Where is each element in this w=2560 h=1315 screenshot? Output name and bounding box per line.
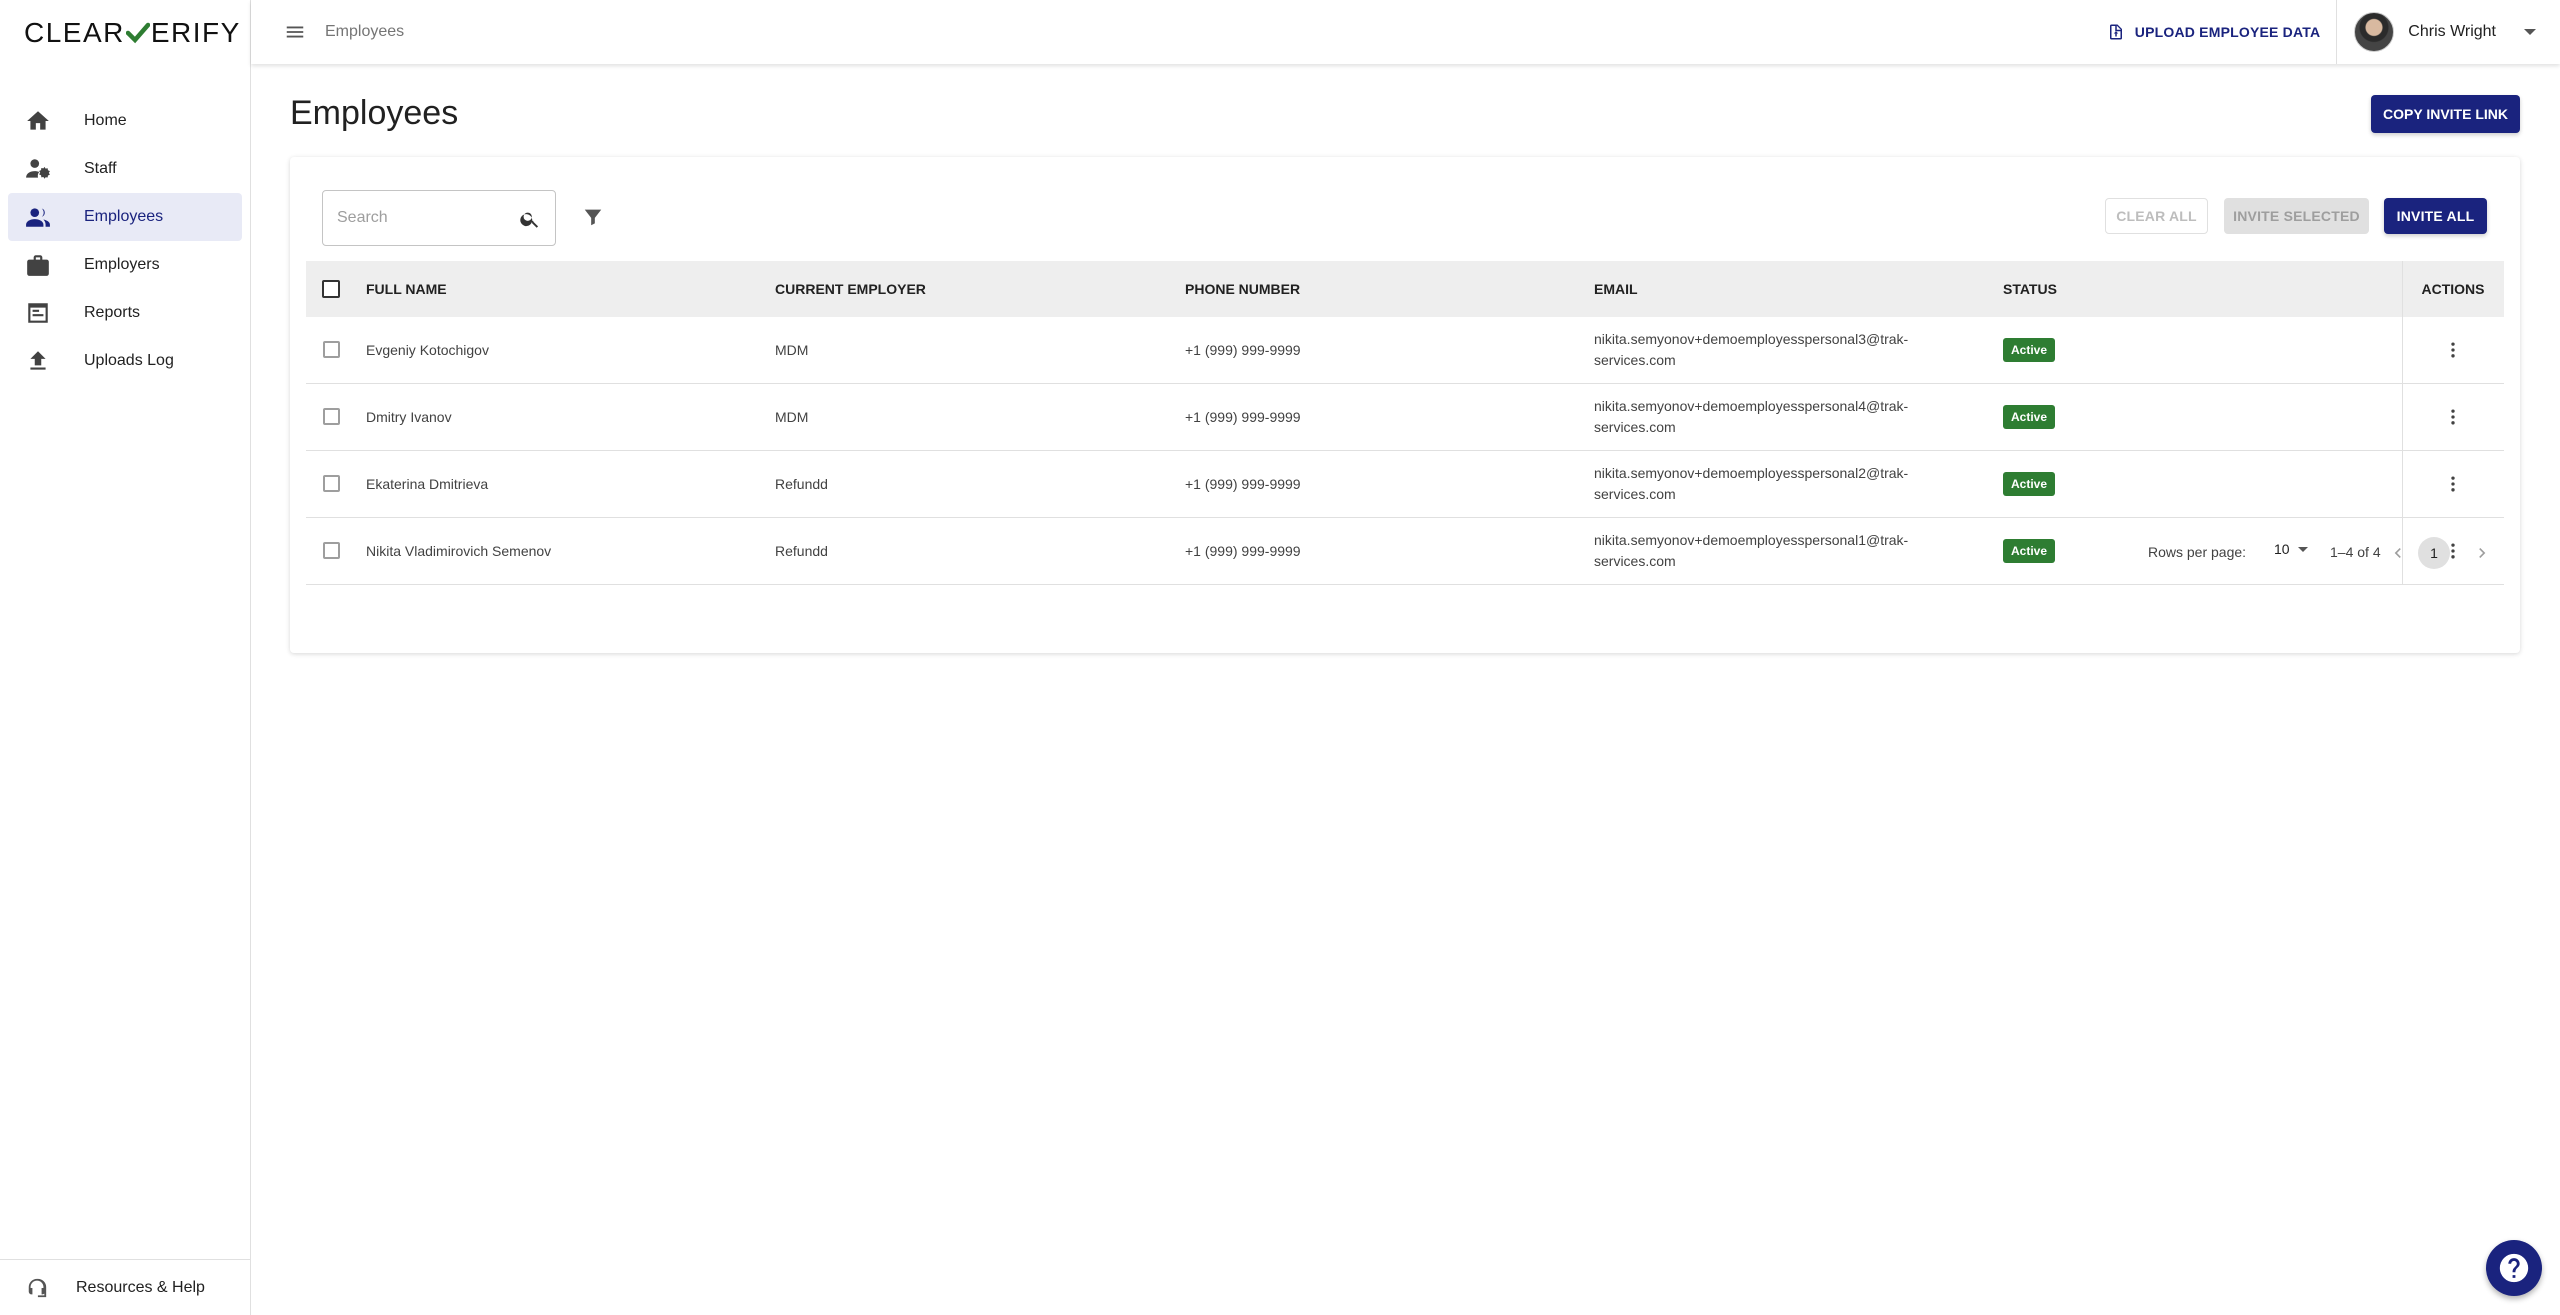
status-badge: Active (2003, 405, 2056, 429)
help-button[interactable] (2486, 1240, 2542, 1296)
logo-text-left: CLEAR (24, 17, 125, 48)
resources-help-label: Resources & Help (76, 1278, 205, 1296)
search-input[interactable] (337, 209, 507, 227)
staff-icon (24, 155, 52, 183)
table-pagination: Rows per page: 10 1–4 of 4 1 (306, 528, 2504, 578)
cell-employer: Refundd (775, 476, 828, 492)
logo-check-icon (125, 22, 150, 44)
reports-icon (24, 299, 52, 327)
cell-employer: MDM (775, 342, 809, 358)
invite-selected-button[interactable]: INVITE SELECTED (2224, 198, 2369, 234)
upload-employee-data-label: UPLOAD EMPLOYEE DATA (2134, 24, 2321, 40)
table-header: FULL NAME CURRENT EMPLOYER PHONE NUMBER … (306, 261, 2504, 317)
chevron-down-icon (2297, 546, 2308, 552)
sidebar-item-employers[interactable]: Employers (8, 241, 242, 289)
sidebar-item-reports[interactable]: Reports (8, 289, 242, 337)
home-icon (24, 107, 52, 135)
resources-help-link[interactable]: Resources & Help (0, 1259, 251, 1315)
filter-icon[interactable] (582, 206, 604, 228)
employees-card: CLEAR ALL INVITE SELECTED INVITE ALL FUL… (290, 157, 2520, 653)
top-app-bar: Employees UPLOAD EMPLOYEE DATA Chris Wri… (251, 0, 2560, 64)
sidebar-item-label: Employees (84, 208, 164, 225)
cell-email: nikita.semyonov+demoemployesspersonal4@t… (1594, 396, 1924, 438)
copy-invite-link-button[interactable]: COPY INVITE LINK (2371, 95, 2520, 133)
sidebar-item-label: Staff (84, 160, 117, 177)
user-name: Chris Wright (2408, 23, 2496, 40)
search-field[interactable] (322, 190, 556, 246)
rows-per-page-value: 10 (2274, 541, 2290, 557)
email-line: nikita.semyonov+demoemployesspersonal4@t… (1594, 398, 1909, 414)
sidebar-item-uploads-log[interactable]: Uploads Log (8, 337, 242, 385)
upload-file-icon (2109, 24, 2122, 40)
briefcase-icon (24, 251, 52, 279)
more-vert-icon[interactable] (2440, 471, 2466, 497)
select-all-checkbox[interactable] (322, 280, 340, 298)
page-title: Employees (290, 94, 459, 132)
support-agent-icon (28, 1278, 47, 1297)
email-line: nikita.semyonov+demoemployesspersonal3@t… (1594, 331, 1909, 347)
cell-phone: +1 (999) 999-9999 (1185, 476, 1301, 492)
rows-per-page-select[interactable]: 10 (2274, 541, 2308, 557)
sidebar-item-employees[interactable]: Employees (8, 193, 242, 241)
more-vert-icon[interactable] (2440, 404, 2466, 430)
cell-email: nikita.semyonov+demoemployesspersonal2@t… (1594, 463, 1924, 505)
sidebar-item-label: Reports (84, 304, 141, 321)
row-checkbox[interactable] (323, 341, 340, 358)
menu-icon[interactable] (283, 20, 307, 44)
sidebar-item-staff[interactable]: Staff (8, 145, 242, 193)
header-status[interactable]: STATUS (2003, 281, 2057, 297)
status-badge: Active (2003, 472, 2056, 496)
header-email[interactable]: EMAIL (1594, 281, 1638, 297)
pagination-range: 1–4 of 4 (2330, 544, 2381, 560)
header-phone-number[interactable]: PHONE NUMBER (1185, 281, 1300, 297)
cell-phone: +1 (999) 999-9999 (1185, 409, 1301, 425)
clearverify-logo[interactable]: CLEAR ERIFY (24, 17, 241, 48)
header-current-employer[interactable]: CURRENT EMPLOYER (775, 281, 926, 297)
email-line: services.com (1594, 352, 1676, 368)
header-full-name[interactable]: FULL NAME (366, 281, 447, 297)
people-icon (24, 203, 52, 231)
upload-icon (24, 347, 52, 375)
table-row[interactable]: Evgeniy Kotochigov MDM +1 (999) 999-9999… (306, 317, 2504, 384)
help-icon (2499, 1253, 2529, 1283)
chevron-down-icon (2524, 29, 2536, 35)
email-line: services.com (1594, 486, 1676, 502)
chevron-right-icon[interactable] (2470, 541, 2494, 565)
email-line: nikita.semyonov+demoemployesspersonal2@t… (1594, 465, 1909, 481)
search-icon[interactable] (519, 208, 541, 230)
header-actions: ACTIONS (2421, 281, 2485, 297)
row-checkbox[interactable] (323, 408, 340, 425)
more-vert-icon[interactable] (2440, 337, 2466, 363)
table-row[interactable]: Dmitry Ivanov MDM +1 (999) 999-9999 niki… (306, 384, 2504, 451)
cell-email: nikita.semyonov+demoemployesspersonal3@t… (1594, 329, 1924, 371)
upload-employee-data-button[interactable]: UPLOAD EMPLOYEE DATA (2107, 0, 2337, 64)
user-menu[interactable]: Chris Wright (2336, 0, 2560, 64)
sidebar-item-home[interactable]: Home (8, 97, 242, 145)
cell-full-name: Evgeniy Kotochigov (366, 342, 489, 358)
rows-per-page-label: Rows per page: (2148, 544, 2247, 560)
sidebar: CLEAR ERIFY Home Staff Employees Employe… (0, 0, 251, 1315)
email-line: services.com (1594, 419, 1676, 435)
cell-full-name: Dmitry Ivanov (366, 409, 452, 425)
chevron-left-icon[interactable] (2386, 541, 2410, 565)
cell-employer: MDM (775, 409, 809, 425)
row-checkbox[interactable] (323, 475, 340, 492)
sidebar-item-label: Uploads Log (84, 352, 174, 369)
cell-phone: +1 (999) 999-9999 (1185, 342, 1301, 358)
sidebar-item-label: Home (84, 112, 127, 129)
avatar (2354, 12, 2395, 52)
clear-all-button[interactable]: CLEAR ALL (2105, 198, 2208, 234)
invite-all-button[interactable]: INVITE ALL (2384, 198, 2487, 234)
cell-full-name: Ekaterina Dmitrieva (366, 476, 489, 492)
page-button[interactable]: 1 (2418, 537, 2450, 569)
sidebar-item-label: Employers (84, 256, 160, 273)
breadcrumb: Employees (325, 23, 405, 40)
table-row[interactable]: Ekaterina Dmitrieva Refundd +1 (999) 999… (306, 451, 2504, 518)
logo-text-right: ERIFY (150, 17, 241, 48)
status-badge: Active (2003, 338, 2056, 362)
sidebar-nav: Home Staff Employees Employers Reports U… (8, 97, 242, 385)
topbar-actions: UPLOAD EMPLOYEE DATA Chris Wright (2107, 0, 2560, 64)
